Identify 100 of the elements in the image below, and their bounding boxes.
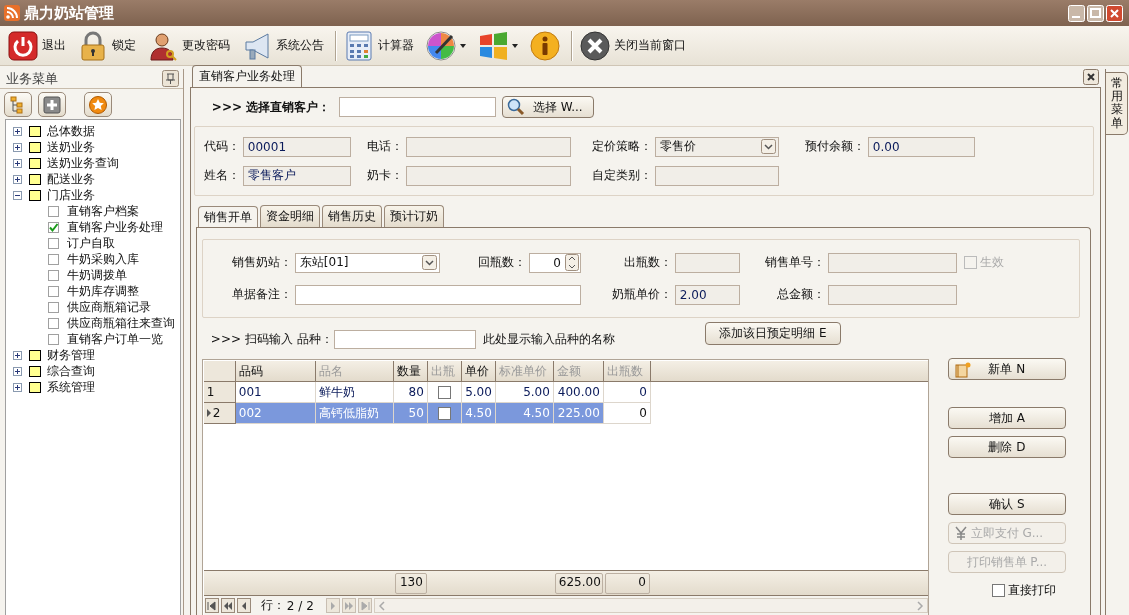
total-value: 0 [604, 572, 650, 594]
checkbox[interactable] [48, 221, 59, 233]
text-field[interactable] [654, 165, 779, 186]
dropdown[interactable]: 零售价 [654, 136, 779, 157]
number-spinner[interactable]: 0 [528, 252, 581, 273]
text-field[interactable] [405, 165, 571, 186]
customer-field[interactable] [338, 97, 496, 117]
dropdown[interactable]: 东站[01] [294, 252, 440, 273]
close-button[interactable] [1083, 69, 1100, 85]
tab[interactable]: 销售历史 [321, 205, 382, 227]
total-value: 625.00 [554, 572, 603, 594]
checkbox[interactable] [48, 253, 59, 265]
column-header[interactable]: 数量 [393, 361, 428, 382]
toolbar-button[interactable]: 系统公告 [238, 30, 328, 61]
pin-button[interactable] [161, 70, 179, 87]
tree-item[interactable]: 供应商瓶箱记录 [67, 298, 151, 316]
expand-icon[interactable] [13, 174, 22, 184]
select-button[interactable]: 选择 W... [501, 96, 594, 118]
minimize-button[interactable] [1068, 4, 1085, 22]
checkbox[interactable] [48, 301, 59, 313]
tree-item[interactable]: 直销客户业务处理 [67, 218, 163, 236]
tree-item[interactable]: 牛奶采购入库 [67, 250, 139, 268]
checkbox[interactable] [48, 333, 59, 345]
toolbar-button[interactable] [38, 92, 66, 117]
tab[interactable]: 资金明细 [259, 205, 320, 227]
expand-icon[interactable] [13, 382, 22, 392]
document-tab[interactable]: 直销客户业务处理 [191, 65, 302, 87]
current-row-icon [206, 409, 211, 417]
collapse-icon[interactable] [13, 190, 22, 200]
field-label: 奶瓶单价： [610, 286, 673, 303]
text-field[interactable]: 2.00 [674, 284, 740, 305]
field-label: 电话： [365, 138, 404, 155]
action-button[interactable]: 增加 A [947, 407, 1066, 429]
column-header[interactable]: 品码 [235, 361, 316, 382]
toolbar-button[interactable]: 更改密码 [144, 30, 234, 61]
action-button[interactable]: 确认 S [947, 493, 1066, 515]
tree-item[interactable]: 系统管理 [47, 378, 95, 396]
toolbar-button[interactable] [4, 92, 32, 117]
toolbar-button[interactable]: 退出 [4, 30, 70, 61]
checkbox[interactable] [48, 205, 59, 217]
checkbox[interactable]: 直接打印 [984, 582, 1056, 599]
folder-icon [29, 141, 41, 153]
toolbar-button[interactable] [84, 92, 112, 117]
toolbar-button[interactable]: 关闭当前窗口 [576, 30, 690, 61]
column-header[interactable]: 单价 [461, 361, 496, 382]
tab[interactable]: 销售开单 [197, 206, 258, 227]
folder-icon [29, 381, 41, 393]
toolbar-button[interactable]: 计算器 [340, 30, 418, 61]
horizontal-scrollbar[interactable] [373, 598, 928, 613]
tree-item[interactable]: 配送业务 [47, 170, 95, 188]
checkbox[interactable] [48, 269, 59, 281]
expand-icon[interactable] [13, 142, 22, 152]
tree-item[interactable]: 订户自取 [67, 234, 115, 252]
barcode-field[interactable] [333, 329, 476, 349]
nav-button[interactable] [220, 598, 235, 613]
checkbox[interactable] [48, 285, 59, 297]
row-header[interactable]: 2 [203, 403, 236, 424]
text-field[interactable]: 零售客户 [242, 165, 351, 186]
text-field[interactable] [405, 136, 571, 157]
tree-item[interactable]: 门店业务 [47, 186, 95, 204]
checkbox[interactable] [437, 406, 451, 420]
text-field[interactable] [827, 284, 957, 305]
text-field[interactable] [674, 252, 740, 273]
expand-icon[interactable] [13, 366, 22, 376]
add-button[interactable]: 添加该日预定明细 E [704, 321, 841, 345]
folder-icon [29, 125, 41, 137]
row-header[interactable]: 1 [203, 382, 236, 403]
expand-icon[interactable] [13, 126, 22, 136]
tree-item[interactable]: 牛奶库存调整 [67, 282, 139, 300]
tree-item[interactable]: 财务管理 [47, 346, 95, 364]
expand-icon[interactable] [13, 350, 22, 360]
row-label: 行： [260, 597, 285, 614]
text-field[interactable] [827, 252, 957, 273]
tab[interactable]: 预计订奶 [383, 205, 444, 227]
tree-item[interactable]: 综合查询 [47, 362, 95, 380]
text-field[interactable]: 0.00 [867, 136, 975, 157]
maximize-button[interactable] [1087, 4, 1104, 22]
spin-arrows-icon [564, 254, 579, 271]
checkbox[interactable] [48, 317, 59, 329]
side-tab[interactable]: 常用菜单 [1106, 72, 1129, 135]
field-label: 代码： [202, 138, 241, 155]
nav-button[interactable] [236, 598, 251, 613]
tree-item[interactable]: 送奶业务查询 [47, 154, 119, 172]
tree-item[interactable]: 直销客户订单一览 [67, 330, 163, 348]
nav-button[interactable] [204, 598, 219, 613]
expand-icon[interactable] [13, 158, 22, 168]
action-button[interactable]: 新单 N [947, 358, 1066, 380]
checkbox[interactable] [48, 237, 59, 249]
action-button[interactable]: 删除 D [947, 436, 1066, 458]
field-label: 总金额： [775, 286, 826, 303]
checkbox[interactable] [437, 385, 451, 399]
memo-field[interactable] [294, 284, 581, 305]
window-title: 鼎力奶站管理 [24, 3, 114, 23]
text-field[interactable]: 00001 [242, 136, 351, 157]
tree-item[interactable]: 牛奶调拨单 [67, 266, 127, 284]
tree-item[interactable]: 总体数据 [47, 122, 95, 140]
tree-item[interactable]: 直销客户档案 [67, 202, 139, 220]
tree-item[interactable]: 送奶业务 [47, 138, 95, 156]
toolbar-button[interactable]: 锁定 [74, 30, 140, 61]
tree-item[interactable]: 供应商瓶箱往来查询 [67, 314, 175, 332]
